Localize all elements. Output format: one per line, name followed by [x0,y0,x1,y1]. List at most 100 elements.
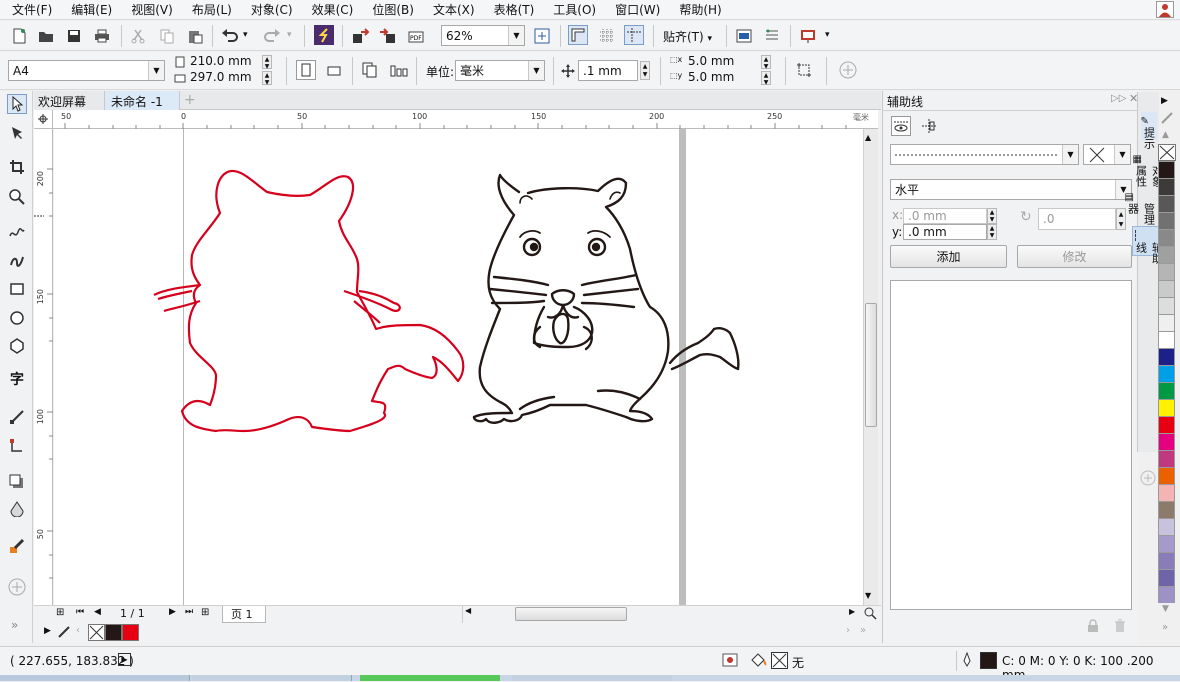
menu-bitmap[interactable]: 位图(B) [360,1,421,18]
width-spinner[interactable]: ▲ ▼ [262,55,272,70]
palette-color-swatch[interactable] [1158,450,1175,467]
palette-color-swatch[interactable] [1158,365,1175,382]
tab-untitled-1[interactable]: 未命名 -1 [104,91,180,110]
crop-tool-icon[interactable] [7,157,27,177]
drop-shadow-icon[interactable] [7,472,27,492]
welcome-screen-icon[interactable] [798,26,818,46]
palette-color-swatch[interactable] [1158,195,1175,212]
treat-as-filled-icon[interactable] [794,60,814,80]
document-color-icon[interactable] [722,653,738,670]
guide-orientation-select[interactable]: 水平 ▼ [890,179,1132,200]
guide-x-field[interactable]: .0 mm [903,208,987,224]
delete-guide-icon[interactable] [1114,619,1126,636]
page-width-field[interactable]: 210.0 mm [190,54,252,68]
current-page-icon[interactable] [389,60,409,80]
application-launcher-icon[interactable] [762,26,782,46]
guide-y-field[interactable]: .0 mm [903,224,987,240]
last-page-icon[interactable]: ⏭ [185,607,193,617]
cut-icon[interactable] [128,26,148,46]
rectangle-tool-icon[interactable] [7,279,27,299]
user-icon[interactable] [1156,1,1174,18]
palette-color-swatch[interactable] [1158,229,1175,246]
taskbar-active-app[interactable] [360,675,500,681]
show-grid-icon[interactable] [597,26,617,46]
palette-color-swatch[interactable] [1158,263,1175,280]
menu-edit[interactable]: 编辑(E) [59,1,119,18]
connector-tool-icon[interactable] [7,436,27,456]
polygon-tool-icon[interactable] [7,336,27,356]
x-spinner[interactable]: ▲ ▼ [987,208,997,224]
status-menu-icon[interactable]: ▶ [118,653,131,666]
outline-color-swatch[interactable] [980,652,997,669]
guides-list[interactable] [890,280,1132,610]
palette-color-swatch[interactable] [1158,535,1175,552]
next-page-icon[interactable]: ▶ [169,607,176,617]
open-icon[interactable] [36,26,56,46]
palette-eyedropper-icon[interactable] [58,626,70,641]
palette-color-swatch[interactable] [1158,586,1175,603]
palette-color-swatch[interactable] [1158,433,1175,450]
all-pages-icon[interactable] [360,60,380,80]
fill-none-swatch[interactable] [771,652,788,669]
zoom-fit-icon[interactable] [532,26,552,46]
page-height-field[interactable]: 297.0 mm [190,70,252,84]
duplicate-x-field[interactable]: 5.0 mm [688,54,734,68]
duplicate-y-spinner[interactable]: ▲ ▼ [761,71,771,86]
menu-window[interactable]: 窗口(W) [603,1,667,18]
add-page-before-icon[interactable]: ⊞ [56,607,64,618]
y-spinner[interactable]: ▲ ▼ [987,224,997,240]
palette-color-swatch[interactable] [1158,348,1175,365]
menu-file[interactable]: 文件(F) [0,1,59,18]
add-toolbar-icon[interactable] [838,60,858,80]
no-color-swatch[interactable] [88,624,105,641]
search-content-icon[interactable] [314,25,334,45]
text-tool-icon[interactable]: 字 [7,369,27,389]
palette-scroll-left-icon[interactable]: ‹ [76,625,80,636]
ruler-origin[interactable] [34,110,53,129]
palette-scroll-down-icon[interactable]: ▼ [1162,604,1169,614]
redo-icon[interactable] [262,26,282,46]
vertical-scrollbar[interactable]: ▲ ▼ [863,129,878,605]
landscape-icon[interactable] [324,60,344,80]
zoom-tool-icon[interactable] [7,187,27,207]
add-docker-icon[interactable] [1140,470,1156,489]
menu-tools[interactable]: 工具(O) [541,1,603,18]
palette-flyout-icon[interactable]: ▶ [1161,96,1168,106]
tab-hints[interactable]: ✎ 提示 [1140,112,1157,149]
scroll-left-icon[interactable]: ◀ [462,606,474,623]
palette-menu-icon[interactable]: ▶ [44,626,51,636]
palette-scroll-right-icon[interactable]: › [846,625,850,636]
drawing-canvas[interactable] [54,129,863,605]
publish-pdf-icon[interactable]: PDF [406,26,426,46]
lock-guide-icon[interactable] [1087,619,1099,636]
new-document-icon[interactable] [9,26,29,46]
palette-color-swatch[interactable] [1158,484,1175,501]
modify-guide-button[interactable]: 修改 [1017,245,1132,268]
snap-to-menu[interactable]: 贴齐(T) ▾ [663,28,712,45]
show-rulers-icon[interactable] [568,25,588,45]
ellipse-tool-icon[interactable] [7,308,27,328]
guide-layer-icon[interactable] [891,116,911,136]
eyedropper-tool-icon[interactable] [7,536,27,556]
palette-color-swatch[interactable] [1158,297,1175,314]
horizontal-ruler[interactable]: 50 0 50 100 150 200 250 毫米 [53,110,878,129]
height-spinner[interactable]: ▲ ▼ [262,71,272,86]
menu-object[interactable]: 对象(C) [239,1,300,18]
zoom-level-select[interactable]: 62% ▼ [441,25,525,46]
print-icon[interactable] [92,26,112,46]
guide-angle-field[interactable]: .0 [1038,208,1116,230]
undo-icon[interactable] [220,26,240,46]
scroll-down-icon[interactable]: ▼ [865,591,871,600]
add-guide-button[interactable]: 添加 [890,245,1007,268]
horizontal-scroll-thumb[interactable] [515,607,627,621]
palette-no-color-swatch[interactable] [1158,144,1176,161]
save-icon[interactable] [64,26,84,46]
pick-tool-icon[interactable] [7,94,27,114]
palette-color-swatch[interactable] [1158,416,1175,433]
duplicate-y-field[interactable]: 5.0 mm [688,70,734,84]
menu-text[interactable]: 文本(X) [421,1,482,18]
palette-color-swatch[interactable] [1158,246,1175,263]
nudge-distance-field[interactable]: .1 mm [578,60,638,81]
menu-help[interactable]: 帮助(H) [667,1,728,18]
menu-layout[interactable]: 布局(L) [180,1,239,18]
